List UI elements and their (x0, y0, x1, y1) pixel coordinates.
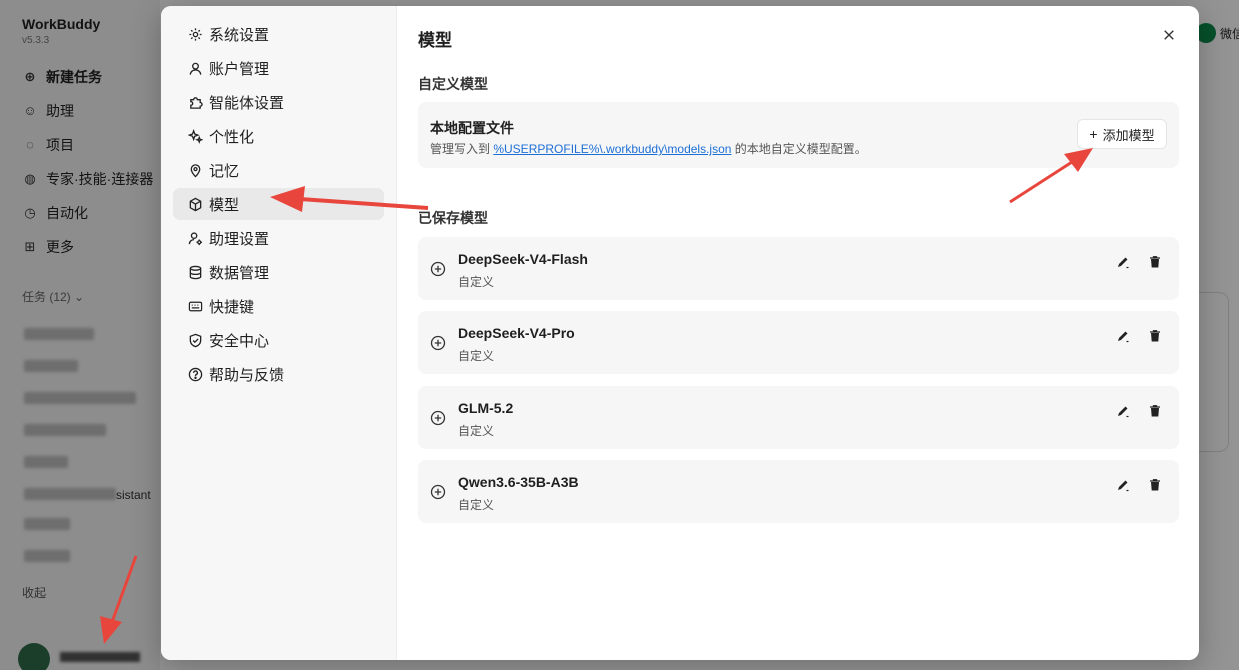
model-tag: 自定义 (458, 275, 495, 289)
plus-circle-icon[interactable] (430, 335, 446, 351)
close-icon (1164, 30, 1174, 40)
plus-icon: + (1089, 126, 1098, 142)
model-tag: 自定义 (458, 424, 495, 438)
plus-circle-icon[interactable] (430, 410, 446, 426)
model-name: DeepSeek-V4-Pro (458, 325, 575, 341)
sparkle-icon (187, 128, 203, 144)
plus-circle-icon[interactable] (430, 484, 446, 500)
pin-icon (187, 162, 203, 178)
settings-content: 模型 自定义模型 本地配置文件 管理写入到 %USERPROFILE%\.wor… (398, 6, 1199, 660)
settings-nav-account[interactable]: 账户管理 (173, 52, 384, 84)
model-name: Qwen3.6-35B-A3B (458, 474, 579, 490)
keyboard-icon (187, 298, 203, 314)
config-path-link[interactable]: %USERPROFILE%\.workbuddy\models.json (493, 142, 731, 156)
model-name: GLM-5.2 (458, 400, 514, 416)
settings-nav-agent[interactable]: 智能体设置 (173, 86, 384, 118)
puzzle-icon (187, 94, 203, 110)
model-item[interactable]: Qwen3.6-35B-A3B 自定义 (418, 460, 1179, 523)
model-tag: 自定义 (458, 349, 495, 363)
gear-icon (187, 26, 203, 42)
edit-icon[interactable] (1115, 328, 1131, 344)
trash-icon[interactable] (1147, 403, 1163, 419)
saved-models-heading: 已保存模型 (418, 210, 488, 226)
user-gear-icon (187, 230, 203, 246)
settings-nav: 系统设置 账户管理 智能体设置 个性化 记忆 模型 助理设置 数据管理 快捷键 … (161, 6, 397, 660)
model-item[interactable]: DeepSeek-V4-Pro 自定义 (418, 311, 1179, 374)
settings-nav-memory[interactable]: 记忆 (173, 154, 384, 186)
settings-nav-personalize[interactable]: 个性化 (173, 120, 384, 152)
edit-icon[interactable] (1115, 477, 1131, 493)
settings-nav-system[interactable]: 系统设置 (173, 18, 384, 50)
settings-nav-model[interactable]: 模型 (173, 188, 384, 220)
model-item[interactable]: GLM-5.2 自定义 (418, 386, 1179, 449)
local-config-card: 本地配置文件 管理写入到 %USERPROFILE%\.workbuddy\mo… (418, 102, 1179, 168)
page-title: 模型 (418, 31, 452, 50)
edit-icon[interactable] (1115, 254, 1131, 270)
model-item[interactable]: DeepSeek-V4-Flash 自定义 (418, 237, 1179, 300)
model-name: DeepSeek-V4-Flash (458, 251, 588, 267)
edit-icon[interactable] (1115, 403, 1131, 419)
trash-icon[interactable] (1147, 477, 1163, 493)
model-tag: 自定义 (458, 498, 495, 512)
help-icon (187, 366, 203, 382)
config-description: 管理写入到 %USERPROFILE%\.workbuddy\models.js… (430, 142, 867, 156)
trash-icon[interactable] (1147, 328, 1163, 344)
database-icon (187, 264, 203, 280)
settings-nav-data[interactable]: 数据管理 (173, 256, 384, 288)
settings-nav-help[interactable]: 帮助与反馈 (173, 358, 384, 390)
cube-icon (187, 196, 203, 212)
shield-icon (187, 332, 203, 348)
settings-dialog: 系统设置 账户管理 智能体设置 个性化 记忆 模型 助理设置 数据管理 快捷键 … (161, 6, 1199, 660)
close-button[interactable] (1158, 24, 1180, 46)
config-title: 本地配置文件 (430, 120, 514, 136)
settings-nav-shortcuts[interactable]: 快捷键 (173, 290, 384, 322)
settings-nav-security[interactable]: 安全中心 (173, 324, 384, 356)
add-model-button[interactable]: + 添加模型 (1077, 119, 1167, 149)
plus-circle-icon[interactable] (430, 261, 446, 277)
custom-models-heading: 自定义模型 (418, 76, 488, 92)
user-icon (187, 60, 203, 76)
settings-nav-assistant[interactable]: 助理设置 (173, 222, 384, 254)
trash-icon[interactable] (1147, 254, 1163, 270)
